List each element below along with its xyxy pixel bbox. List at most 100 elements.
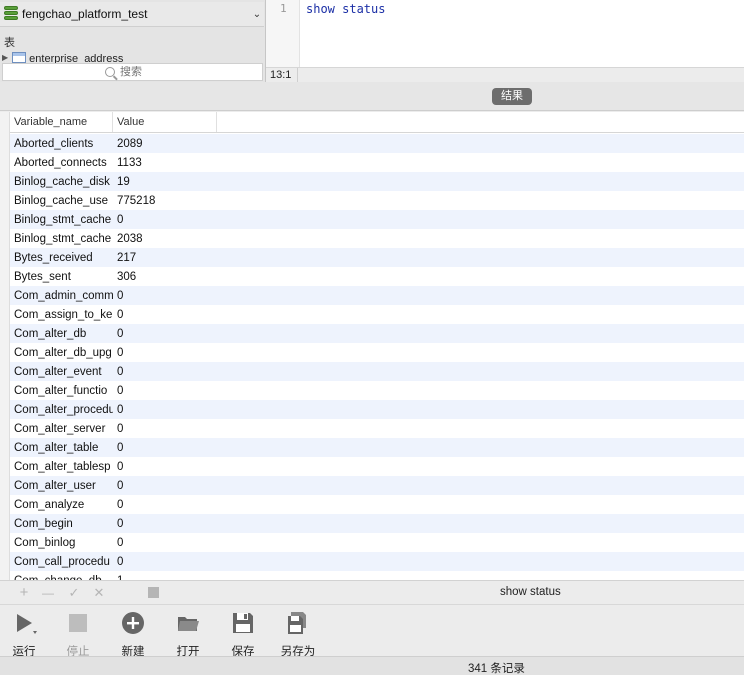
open-button[interactable]: 打开 [166, 611, 210, 659]
table-row[interactable]: Com_alter_procedu 0 [10, 400, 744, 419]
table-row[interactable]: Com_alter_tablesp 0 [10, 457, 744, 476]
variable-name-cell[interactable]: Com_alter_event [10, 366, 113, 378]
table-row[interactable]: Binlog_cache_disk 19 [10, 172, 744, 191]
sql-editor[interactable]: 1 show status [266, 0, 744, 67]
variable-name-cell[interactable]: Com_alter_functio [10, 385, 113, 397]
value-cell[interactable]: 0 [113, 309, 233, 321]
value-cell[interactable]: 0 [113, 385, 233, 397]
variable-name-cell[interactable]: Binlog_stmt_cache [10, 233, 113, 245]
variable-name-cell[interactable]: Com_alter_db [10, 328, 113, 340]
tab-results[interactable]: 结果 [492, 88, 532, 105]
variable-name-cell[interactable]: Com_admin_comm [10, 290, 113, 302]
table-row[interactable]: Binlog_stmt_cache 0 [10, 210, 744, 229]
table-row[interactable]: Com_call_procedu 0 [10, 552, 744, 571]
table-row[interactable]: Com_alter_server 0 [10, 419, 744, 438]
value-cell[interactable]: 775218 [113, 195, 233, 207]
database-selector[interactable]: fengchao_platform_test ⌄ [0, 2, 264, 27]
table-row[interactable]: Com_begin 0 [10, 514, 744, 533]
table-row[interactable]: Com_admin_comm 0 [10, 286, 744, 305]
variable-name-cell[interactable]: Com_binlog [10, 537, 113, 549]
discard-changes-button[interactable]: ✕ [91, 585, 107, 601]
delete-row-button[interactable]: — [40, 585, 56, 601]
value-cell[interactable]: 0 [113, 442, 233, 454]
save-as-button[interactable]: 另存为 [276, 611, 320, 659]
variable-name-cell[interactable]: Aborted_clients [10, 138, 113, 150]
results-grid[interactable]: Variable_name Value Aborted_clients 2089 A… [0, 112, 744, 580]
row-gutter [0, 112, 10, 580]
variable-name-cell[interactable]: Com_call_procedu [10, 556, 113, 568]
table-row[interactable]: Com_alter_user 0 [10, 476, 744, 495]
value-cell[interactable]: 0 [113, 518, 233, 530]
run-button[interactable]: 运行 [2, 611, 46, 659]
table-row[interactable]: Com_alter_db 0 [10, 324, 744, 343]
sql-code[interactable]: show status [306, 2, 385, 16]
table-row[interactable]: Aborted_clients 2089 [10, 134, 744, 153]
stop-button[interactable]: 停止 [56, 611, 100, 659]
variable-name-cell[interactable]: Com_assign_to_ke [10, 309, 113, 321]
variable-name-cell[interactable]: Bytes_sent [10, 271, 113, 283]
table-row[interactable]: Com_alter_db_upg 0 [10, 343, 744, 362]
variable-name-cell[interactable]: Com_alter_procedu [10, 404, 113, 416]
value-cell[interactable]: 0 [113, 347, 233, 359]
apply-changes-button[interactable]: ✓ [66, 585, 82, 601]
chevron-down-icon: ⌄ [252, 8, 262, 20]
value-cell[interactable]: 0 [113, 328, 233, 340]
table-row[interactable]: Bytes_received 217 [10, 248, 744, 267]
value-cell[interactable]: 0 [113, 290, 233, 302]
value-cell[interactable]: 2089 [113, 138, 233, 150]
table-row[interactable]: Com_binlog 0 [10, 533, 744, 552]
table-row[interactable]: Aborted_connects 1133 [10, 153, 744, 172]
table-search[interactable] [2, 63, 263, 81]
table-row[interactable]: Com_analyze 0 [10, 495, 744, 514]
table-row[interactable]: Binlog_stmt_cache 2038 [10, 229, 744, 248]
value-cell[interactable]: 19 [113, 176, 233, 188]
variable-name-cell[interactable]: Binlog_cache_use [10, 195, 113, 207]
table-row[interactable]: Bytes_sent 306 [10, 267, 744, 286]
variable-name-cell[interactable]: Binlog_stmt_cache [10, 214, 113, 226]
variable-name-cell[interactable]: Com_alter_server [10, 423, 113, 435]
table-row[interactable]: Com_alter_table 0 [10, 438, 744, 457]
table-row[interactable]: Binlog_cache_use 775218 [10, 191, 744, 210]
expand-triangle-icon[interactable]: ▶ [2, 53, 8, 62]
table-row[interactable]: Com_alter_functio 0 [10, 381, 744, 400]
value-cell[interactable]: 2038 [113, 233, 233, 245]
value-cell[interactable]: 1133 [113, 157, 233, 169]
variable-name-cell[interactable]: Com_alter_tablesp [10, 461, 113, 473]
variable-name-cell[interactable]: Com_analyze [10, 499, 113, 511]
stop-icon[interactable] [148, 587, 159, 598]
play-icon [2, 611, 46, 635]
table-row[interactable]: Com_alter_event 0 [10, 362, 744, 381]
value-cell[interactable]: 0 [113, 214, 233, 226]
variable-name-cell[interactable]: Com_alter_user [10, 480, 113, 492]
table-row[interactable]: Com_assign_to_ke 0 [10, 305, 744, 324]
value-cell[interactable]: 0 [113, 404, 233, 416]
value-cell[interactable]: 306 [113, 271, 233, 283]
variable-name-cell[interactable]: Bytes_received [10, 252, 113, 264]
search-input[interactable] [120, 66, 160, 78]
row-actions-bar: + — ✓ ✕ show status [0, 580, 744, 604]
line-number: 1 [280, 2, 287, 15]
database-name: fengchao_platform_test [22, 7, 148, 21]
variable-name-cell[interactable]: Binlog_cache_disk [10, 176, 113, 188]
add-row-button[interactable]: + [16, 585, 32, 601]
variable-name-cell[interactable]: Com_begin [10, 518, 113, 530]
value-cell[interactable]: 0 [113, 423, 233, 435]
toolbar: 运行 停止 新建 打开 保存 另存为 [0, 604, 744, 659]
new-button[interactable]: 新建 [111, 611, 155, 659]
value-cell[interactable]: 0 [113, 461, 233, 473]
table-tree-item[interactable]: ▶ enterprise_address [0, 50, 264, 64]
variable-name-cell[interactable]: Aborted_connects [10, 157, 113, 169]
table-row[interactable]: Com_change_db1 [10, 571, 744, 580]
value-cell[interactable]: 0 [113, 537, 233, 549]
value-cell[interactable]: 0 [113, 480, 233, 492]
value-cell[interactable]: 217 [113, 252, 233, 264]
value-cell[interactable]: 0 [113, 556, 233, 568]
value-cell[interactable]: 0 [113, 366, 233, 378]
value-cell[interactable]: 0 [113, 499, 233, 511]
variable-name-cell[interactable]: Com_alter_table [10, 442, 113, 454]
save-button[interactable]: 保存 [221, 611, 265, 659]
variable-name-cell[interactable]: Com_alter_db_upg [10, 347, 113, 359]
record-count: 341 条记录 [468, 663, 525, 675]
column-header-variable-name[interactable]: Variable_name [10, 112, 113, 132]
column-header-value[interactable]: Value [113, 112, 217, 132]
